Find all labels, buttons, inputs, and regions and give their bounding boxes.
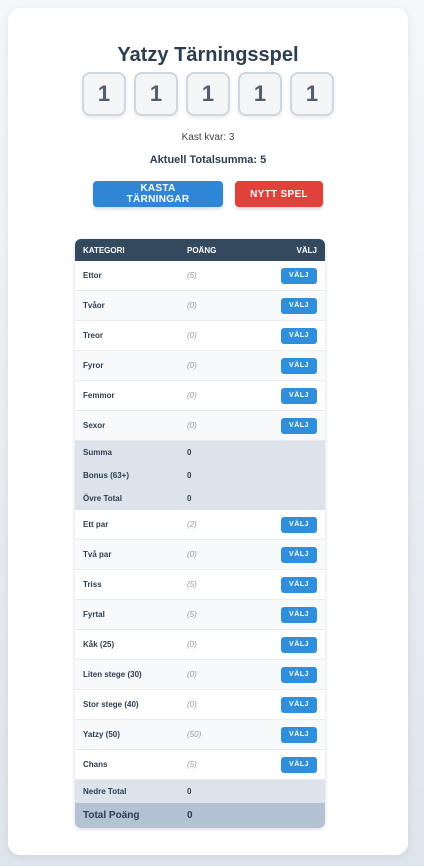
category-score: (2) (187, 520, 197, 529)
choose-button[interactable]: VÄLJ (281, 696, 317, 713)
header-choose: VÄLJ (296, 245, 317, 255)
category-name: Femmor (83, 391, 115, 400)
summary-label: Nedre Total (83, 787, 127, 796)
action-buttons: KASTA TÄRNINGAR NYTT SPEL (8, 181, 408, 207)
choose-button[interactable]: VÄLJ (281, 546, 317, 563)
choose-button[interactable]: VÄLJ (281, 387, 317, 404)
category-row: Sexor (0) VÄLJ (75, 411, 325, 441)
new-game-button[interactable]: NYTT SPEL (235, 181, 323, 207)
category-row: Kåk (25) (0) VÄLJ (75, 630, 325, 660)
summary-value: 0 (187, 787, 192, 796)
category-name: Sexor (83, 421, 106, 430)
category-score: (50) (187, 730, 202, 739)
category-score: (0) (187, 670, 197, 679)
choose-button[interactable]: VÄLJ (281, 267, 317, 284)
category-score: (0) (187, 391, 197, 400)
choose-button[interactable]: VÄLJ (281, 756, 317, 773)
score-table: KATEGORI POÄNG VÄLJ Ettor (5) VÄLJ Tvåor (0)… (75, 239, 325, 828)
category-score: (0) (187, 301, 197, 310)
summary-row-lower-total: Nedre Total 0 (75, 780, 325, 803)
choose-button[interactable]: VÄLJ (281, 666, 317, 683)
upper-section: Ettor (5) VÄLJ Tvåor (0) VÄLJ Treor (0) VÄLJ Fyro… (75, 261, 325, 441)
summary-value: 0 (187, 471, 192, 480)
die-3[interactable]: 1 (186, 72, 230, 116)
summary-row-bonus: Bonus (63+) 0 (75, 464, 325, 487)
table-header: KATEGORI POÄNG VÄLJ (75, 239, 325, 261)
summary-label: Bonus (63+) (83, 471, 130, 480)
summary-value: 0 (187, 448, 192, 457)
category-name: Treor (83, 331, 104, 340)
page-title: Yatzy Tärningsspel (117, 44, 299, 66)
category-name: Tvåor (83, 301, 105, 310)
category-row: Stor stege (40) (0) VÄLJ (75, 690, 325, 720)
die-2[interactable]: 1 (134, 72, 178, 116)
category-row: Treor (0) VÄLJ (75, 321, 325, 351)
category-name: Liten stege (30) (83, 670, 142, 679)
category-score: (5) (187, 610, 197, 619)
summary-label: Summa (83, 448, 112, 457)
summary-value: 0 (187, 494, 192, 503)
choose-button[interactable]: VÄLJ (281, 606, 317, 623)
category-row: Femmor (0) VÄLJ (75, 381, 325, 411)
category-name: Fyrtal (83, 610, 105, 619)
category-name: Kåk (25) (83, 640, 115, 649)
category-row: Chans (5) VÄLJ (75, 750, 325, 780)
category-name: Två par (83, 550, 112, 559)
category-name: Ett par (83, 520, 109, 529)
grand-total-value: 0 (187, 810, 193, 821)
category-row: Fyrtal (5) VÄLJ (75, 600, 325, 630)
category-name: Chans (83, 760, 108, 769)
summary-label: Övre Total (83, 494, 122, 503)
category-row: Liten stege (30) (0) VÄLJ (75, 660, 325, 690)
category-row: Ettor (5) VÄLJ (75, 261, 325, 291)
lower-section: Ett par (2) VÄLJ Två par (0) VÄLJ Triss (5) VÄLJ… (75, 510, 325, 780)
choose-button[interactable]: VÄLJ (281, 417, 317, 434)
category-name: Yatzy (50) (83, 730, 120, 739)
choose-button[interactable]: VÄLJ (281, 297, 317, 314)
category-name: Stor stege (40) (83, 700, 139, 709)
category-row: Triss (5) VÄLJ (75, 570, 325, 600)
die-5[interactable]: 1 (290, 72, 334, 116)
summary-row-upper-total: Övre Total 0 (75, 487, 325, 510)
category-score: (0) (187, 700, 197, 709)
current-total-text: Aktuell Totalsumma: 5 (149, 154, 267, 166)
choose-button[interactable]: VÄLJ (281, 327, 317, 344)
category-score: (0) (187, 550, 197, 559)
category-row: Tvåor (0) VÄLJ (75, 291, 325, 321)
choose-button[interactable]: VÄLJ (281, 357, 317, 374)
category-row: Fyror (0) VÄLJ (75, 351, 325, 381)
choose-button[interactable]: VÄLJ (281, 576, 317, 593)
die-4[interactable]: 1 (238, 72, 282, 116)
category-score: (0) (187, 640, 197, 649)
category-score: (0) (187, 361, 197, 370)
roll-dice-button[interactable]: KASTA TÄRNINGAR (93, 181, 223, 207)
summary-row-sum: Summa 0 (75, 441, 325, 464)
choose-button[interactable]: VÄLJ (281, 516, 317, 533)
category-score: (5) (187, 760, 197, 769)
category-score: (5) (187, 271, 197, 280)
rolls-left-text: Kast kvar: 3 (181, 132, 235, 143)
category-name: Triss (83, 580, 102, 589)
header-category: KATEGORI (83, 245, 125, 255)
grand-total-label: Total Poäng (83, 810, 140, 821)
grand-total-row: Total Poäng 0 (75, 803, 325, 828)
category-row: Två par (0) VÄLJ (75, 540, 325, 570)
die-1[interactable]: 1 (82, 72, 126, 116)
category-score: (0) (187, 331, 197, 340)
choose-button[interactable]: VÄLJ (281, 636, 317, 653)
header-points: POÄNG (187, 245, 217, 255)
category-score: (5) (187, 580, 197, 589)
category-name: Fyror (83, 361, 104, 370)
category-name: Ettor (83, 271, 102, 280)
category-row: Ett par (2) VÄLJ (75, 510, 325, 540)
category-row: Yatzy (50) (50) VÄLJ (75, 720, 325, 750)
category-score: (0) (187, 421, 197, 430)
dice-row: 1 1 1 1 1 (8, 72, 408, 116)
choose-button[interactable]: VÄLJ (281, 726, 317, 743)
